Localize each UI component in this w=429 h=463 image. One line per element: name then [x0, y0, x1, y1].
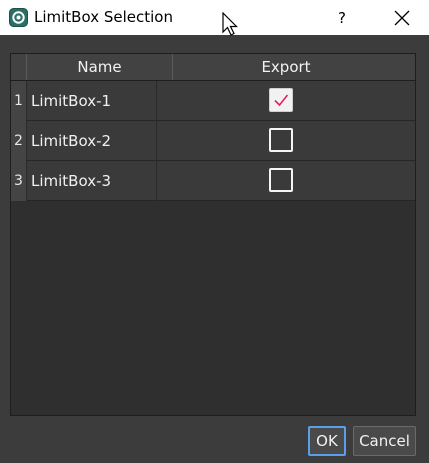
row-header[interactable]: 1 — [11, 81, 27, 121]
close-button[interactable] — [383, 0, 421, 35]
title-bar: LimitBox Selection ? — [0, 0, 429, 36]
table-row[interactable]: 1 LimitBox-1 — [11, 81, 415, 121]
limitbox-name-cell[interactable]: LimitBox-1 — [31, 81, 111, 121]
window-title: LimitBox Selection — [34, 8, 173, 26]
table-row[interactable]: 2 LimitBox-2 — [11, 121, 415, 161]
column-header-name[interactable]: Name — [27, 54, 173, 80]
help-button[interactable]: ? — [325, 0, 359, 35]
ok-button[interactable]: OK — [308, 426, 346, 456]
limitbox-name-cell[interactable]: LimitBox-2 — [31, 121, 111, 161]
column-header-export[interactable]: Export — [157, 54, 415, 80]
cancel-button[interactable]: Cancel — [353, 426, 416, 456]
export-checkbox[interactable] — [269, 128, 293, 152]
row-header[interactable]: 2 — [11, 121, 27, 161]
limitbox-table: Name Export 1 LimitBox-1 2 LimitBox-2 3 … — [10, 53, 416, 416]
export-checkbox[interactable] — [269, 168, 293, 192]
column-divider — [156, 121, 157, 161]
column-divider — [156, 81, 157, 121]
table-header: Name Export — [11, 54, 415, 81]
column-divider — [156, 161, 157, 201]
checkmark-icon — [274, 94, 289, 107]
app-icon — [9, 8, 28, 27]
row-header[interactable]: 3 — [11, 161, 27, 201]
table-row[interactable]: 3 LimitBox-3 — [11, 161, 415, 201]
limitbox-name-cell[interactable]: LimitBox-3 — [31, 161, 111, 201]
mouse-cursor-icon — [222, 12, 238, 36]
export-checkbox[interactable] — [269, 88, 293, 112]
table-corner-button[interactable] — [11, 54, 27, 80]
close-icon — [394, 10, 410, 25]
